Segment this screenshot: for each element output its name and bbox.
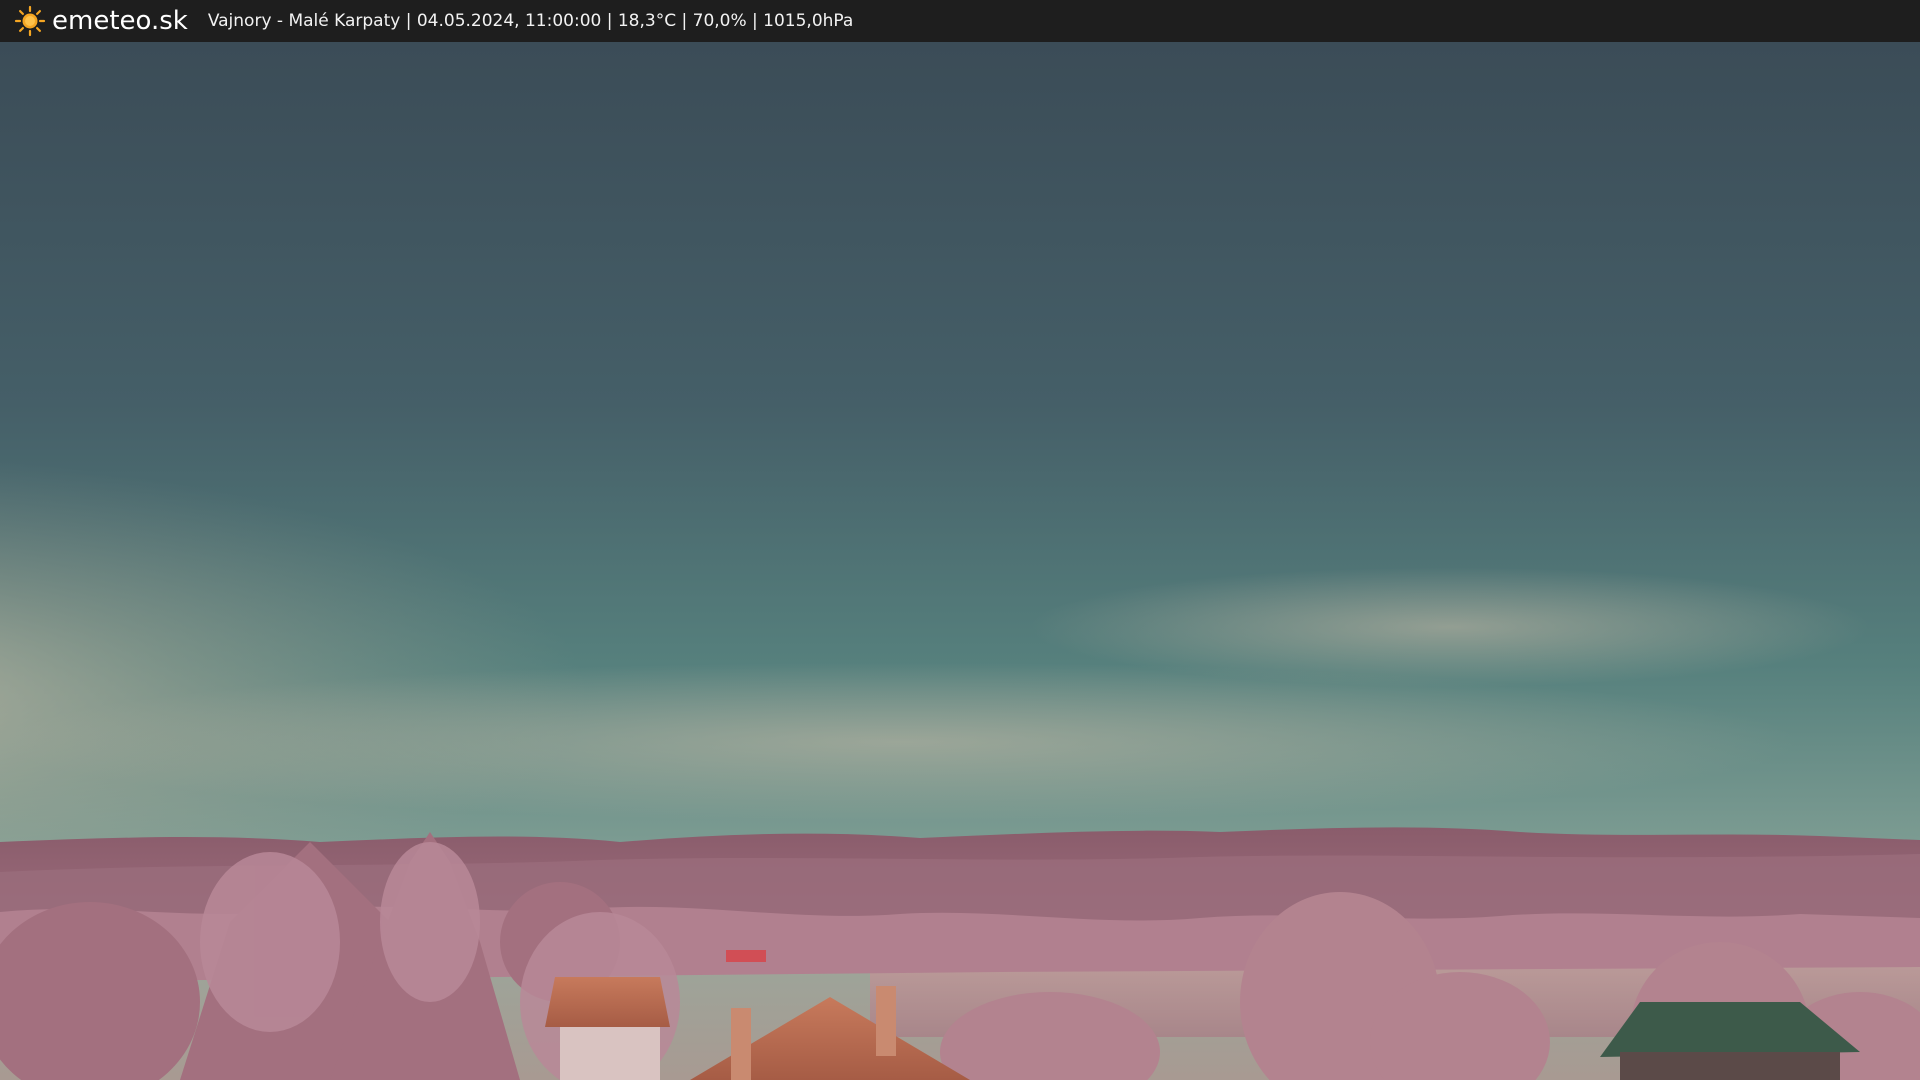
sun-icon xyxy=(14,5,46,37)
webcam-image xyxy=(0,42,1920,1080)
weather-caption: Vajnory - Malé Karpaty | 04.05.2024, 11:… xyxy=(207,11,854,31)
site-logo[interactable]: emeteo.sk xyxy=(14,5,188,37)
header-bar: emeteo.sk Vajnory - Malé Karpaty | 04.05… xyxy=(0,0,1920,42)
logo-text: emeteo.sk xyxy=(52,6,188,36)
webcam-frame: emeteo.sk Vajnory - Malé Karpaty | 04.05… xyxy=(0,0,1920,1080)
